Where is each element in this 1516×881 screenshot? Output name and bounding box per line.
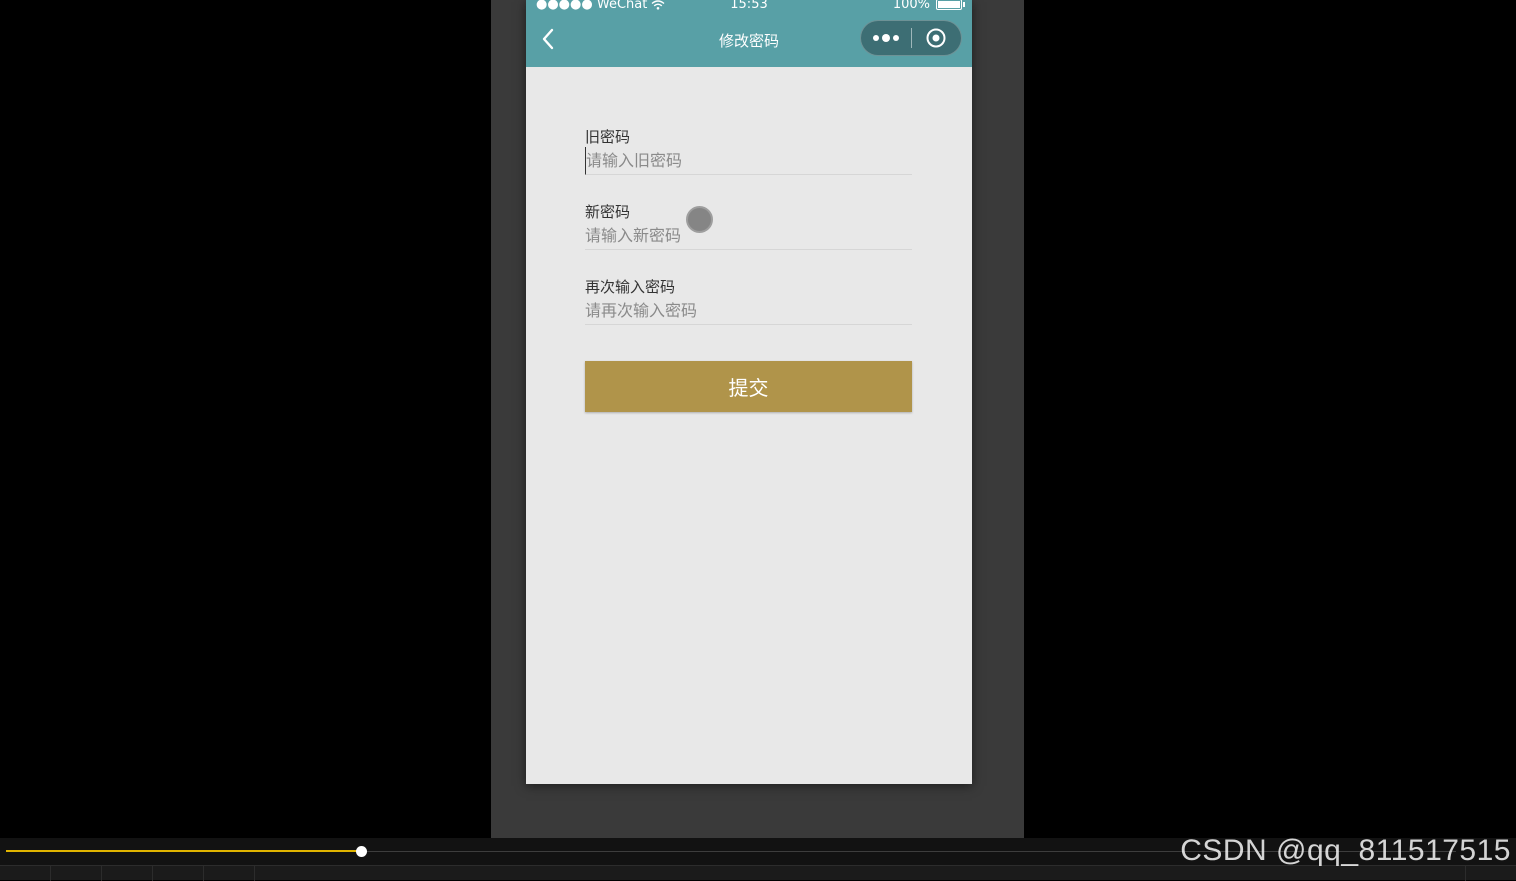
phone-screen: ●●●●● WeChat 15:53 100% 修改密码 旧密码 新密码 再次输…	[526, 0, 972, 784]
control-button[interactable]	[204, 866, 255, 881]
submit-button[interactable]: 提交	[585, 361, 912, 412]
change-password-form: 旧密码 新密码 再次输入密码	[585, 127, 912, 352]
control-button[interactable]	[153, 866, 204, 881]
control-button[interactable]	[102, 866, 153, 881]
new-password-input[interactable]	[585, 222, 912, 250]
control-button[interactable]	[1465, 866, 1516, 881]
more-button[interactable]	[861, 21, 911, 55]
confirm-password-input[interactable]	[585, 297, 912, 325]
mini-program-capsule	[860, 20, 962, 56]
more-dots-icon	[872, 34, 899, 42]
control-button[interactable]	[51, 866, 102, 881]
screen: ●●●●● WeChat 15:53 100% 修改密码 旧密码 新密码 再次输…	[0, 0, 1516, 881]
close-mini-program-button[interactable]	[911, 21, 961, 55]
old-password-input[interactable]	[585, 147, 912, 175]
progress-fill	[6, 850, 362, 852]
old-password-label: 旧密码	[585, 128, 631, 146]
progress-knob[interactable]	[356, 846, 368, 857]
navigation-bar: 修改密码	[526, 12, 972, 67]
status-time: 15:53	[730, 0, 768, 12]
simulator-touch-cursor	[686, 206, 713, 233]
new-password-item: 新密码	[585, 202, 912, 277]
battery-percent: 100%	[892, 0, 930, 12]
old-password-item: 旧密码	[585, 127, 912, 202]
confirm-password-item: 再次输入密码	[585, 277, 912, 352]
confirm-password-label: 再次输入密码	[585, 278, 676, 296]
battery-icon	[936, 0, 965, 10]
wifi-icon	[652, 0, 665, 10]
carrier-label: ●●●●● WeChat	[536, 0, 648, 12]
control-button[interactable]	[0, 866, 51, 881]
status-bar: ●●●●● WeChat 15:53 100%	[526, 0, 972, 12]
target-circle-icon	[926, 28, 946, 48]
watermark-text: CSDN @qq_811517515	[1180, 834, 1511, 867]
new-password-label: 新密码	[585, 203, 631, 221]
